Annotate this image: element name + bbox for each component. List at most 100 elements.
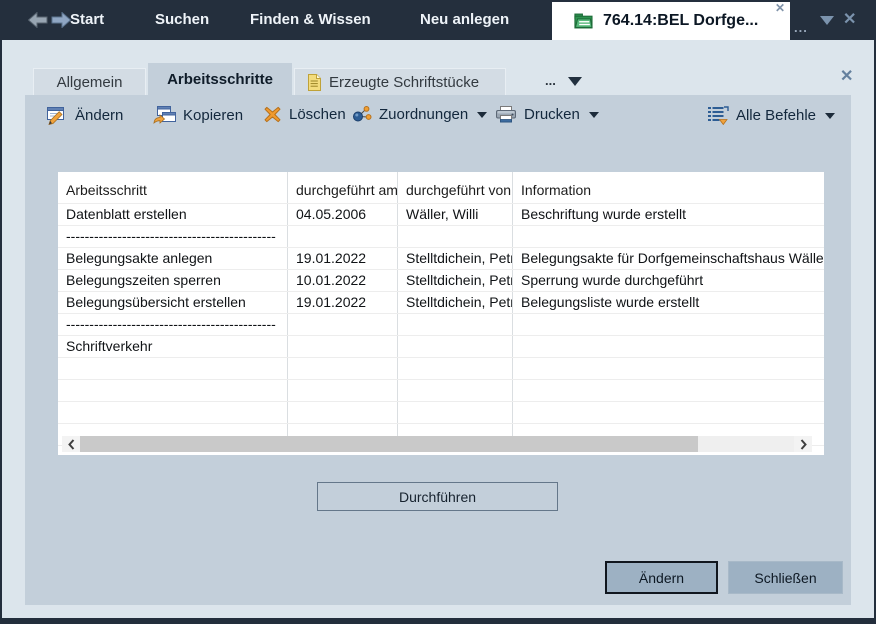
durchfuehren-button[interactable]: Durchführen	[317, 482, 558, 511]
nav-back-icon[interactable]	[28, 12, 48, 28]
document-tab[interactable]: 764.14:BEL Dorfge... ✕	[552, 2, 790, 40]
top-menu-bar: Start Suchen Finden & Wissen Neu anlegen…	[0, 0, 876, 40]
pane-close-icon[interactable]: ✕	[840, 66, 853, 86]
cell-information	[513, 314, 824, 335]
toolbar-alle-befehle-button[interactable]: Alle Befehle	[707, 106, 835, 125]
column-header-arbeitsschritt[interactable]: Arbeitsschritt	[58, 172, 288, 203]
table-row[interactable]: Schriftverkehr	[58, 336, 824, 358]
dialog-content: Allgemein Arbeitsschritte Erzeugte Schri…	[2, 40, 874, 618]
document-tab-label: 764.14:BEL Dorfge...	[603, 12, 758, 30]
menu-suchen[interactable]: Suchen	[155, 11, 209, 28]
cell-durchgefuehrt-von	[398, 402, 513, 423]
cell-durchgefuehrt-von	[398, 226, 513, 247]
window-border-bottom	[0, 618, 876, 624]
scroll-right-button[interactable]	[794, 436, 812, 452]
cell-arbeitsschritt	[58, 402, 288, 423]
cell-durchgefuehrt-von	[398, 380, 513, 401]
column-header-durchgefuehrt-am[interactable]: durchgeführt am	[288, 172, 398, 203]
table-row[interactable]: Belegungsakte anlegen 19.01.2022 Stelltd…	[58, 248, 824, 270]
window-close-icon[interactable]: ✕	[843, 9, 856, 29]
table-row[interactable]: ----------------------------------------…	[58, 314, 824, 336]
toolbar-alle-befehle-label: Alle Befehle	[736, 107, 816, 124]
folder-icon	[574, 13, 594, 29]
arbeitsschritte-table: Arbeitsschritt durchgeführt am durchgefü…	[58, 172, 824, 455]
cell-arbeitsschritt: ----------------------------------------…	[58, 314, 288, 335]
command-list-icon	[707, 106, 729, 125]
table-row[interactable]: Datenblatt erstellen 04.05.2006 Wäller, …	[58, 204, 824, 226]
tab-erzeugte-schriftstuecke[interactable]: Erzeugte Schriftstücke	[294, 68, 506, 95]
cell-durchgefuehrt-von	[398, 314, 513, 335]
arbeitsschritte-panel: Ändern Kopieren Löschen	[25, 95, 851, 605]
cell-information	[513, 402, 824, 423]
tab-allgemein[interactable]: Allgemein	[33, 68, 146, 95]
toolbar-loeschen-button[interactable]: Löschen	[263, 106, 346, 123]
cell-durchgefuehrt-am	[288, 380, 398, 401]
toolbar-aendern-label: Ändern	[75, 107, 123, 124]
edit-document-icon	[47, 106, 68, 125]
cell-information	[513, 358, 824, 379]
cell-durchgefuehrt-von	[398, 358, 513, 379]
cell-durchgefuehrt-am	[288, 226, 398, 247]
toolbar-kopieren-label: Kopieren	[183, 107, 243, 124]
toolbar-loeschen-label: Löschen	[289, 106, 346, 123]
document-icon	[307, 74, 321, 91]
document-tab-close-icon[interactable]: ✕	[775, 1, 785, 15]
tabs-more-dots[interactable]: ...	[545, 73, 556, 88]
cell-arbeitsschritt	[58, 358, 288, 379]
table-row[interactable]	[58, 380, 824, 402]
toolbar-drucken-label: Drucken	[524, 106, 580, 123]
cell-durchgefuehrt-am: 04.05.2006	[288, 204, 398, 225]
menu-start[interactable]: Start	[70, 11, 104, 28]
toolbar-aendern-button[interactable]: Ändern	[47, 106, 123, 125]
cell-information: Beschriftung wurde erstellt	[513, 204, 824, 225]
table-row[interactable]	[58, 402, 824, 424]
toolbar-zuordnungen-button[interactable]: Zuordnungen	[352, 106, 487, 123]
tab-arbeitsschritte[interactable]: Arbeitsschritte	[148, 63, 292, 95]
chevron-left-icon	[68, 439, 75, 450]
aendern-button[interactable]: Ändern	[605, 561, 718, 594]
cell-information	[513, 336, 824, 357]
cell-durchgefuehrt-von: Stelltdichein, Petra	[398, 248, 513, 269]
cell-durchgefuehrt-am	[288, 402, 398, 423]
tabs-chevron-down-icon[interactable]	[568, 77, 582, 86]
table-row[interactable]: Belegungsübersicht erstellen 19.01.2022 …	[58, 292, 824, 314]
tab-arbeitsschritte-label: Arbeitsschritte	[167, 71, 273, 88]
cell-arbeitsschritt: Belegungszeiten sperren	[58, 270, 288, 291]
column-header-information[interactable]: Information	[513, 172, 824, 203]
cell-information	[513, 380, 824, 401]
tab-erzeugte-label: Erzeugte Schriftstücke	[329, 74, 479, 91]
table-row[interactable]	[58, 358, 824, 380]
printer-icon	[495, 106, 517, 123]
navigation-arrows	[28, 12, 71, 28]
schliessen-button[interactable]: Schließen	[728, 561, 843, 594]
cell-information	[513, 226, 824, 247]
cell-durchgefuehrt-von: Stelltdichein, Petra	[398, 292, 513, 313]
menu-finden-wissen[interactable]: Finden & Wissen	[250, 11, 371, 28]
toolbar-drucken-button[interactable]: Drucken	[495, 106, 599, 123]
tab-allgemein-label: Allgemein	[57, 74, 123, 91]
cell-information: Sperrung wurde durchgeführt	[513, 270, 824, 291]
cell-arbeitsschritt: Belegungsakte anlegen	[58, 248, 288, 269]
cell-information: Belegungsakte für Dorfgemeinschaftshaus …	[513, 248, 824, 269]
assignments-icon	[352, 106, 372, 123]
tab-overflow-dots[interactable]: ...	[794, 20, 808, 35]
tab-list-chevron-down-icon[interactable]	[820, 16, 834, 25]
cell-arbeitsschritt	[58, 380, 288, 401]
menu-neu-anlegen[interactable]: Neu anlegen	[420, 11, 509, 28]
cell-durchgefuehrt-am: 10.01.2022	[288, 270, 398, 291]
cell-durchgefuehrt-am	[288, 358, 398, 379]
cell-durchgefuehrt-von: Wäller, Willi	[398, 204, 513, 225]
scroll-left-button[interactable]	[62, 436, 80, 452]
table-header-row: Arbeitsschritt durchgeführt am durchgefü…	[58, 172, 824, 204]
horizontal-scrollbar[interactable]	[62, 436, 812, 452]
drucken-chevron-down-icon	[589, 112, 599, 118]
toolbar-kopieren-button[interactable]: Kopieren	[153, 106, 243, 124]
scrollbar-thumb[interactable]	[80, 436, 698, 452]
copy-icon	[153, 106, 176, 124]
table-row[interactable]: Belegungszeiten sperren 10.01.2022 Stell…	[58, 270, 824, 292]
nav-forward-icon[interactable]	[51, 12, 71, 28]
cell-information: Belegungsliste wurde erstellt	[513, 292, 824, 313]
cell-arbeitsschritt: Belegungsübersicht erstellen	[58, 292, 288, 313]
table-row[interactable]: ----------------------------------------…	[58, 226, 824, 248]
column-header-durchgefuehrt-von[interactable]: durchgeführt von	[398, 172, 513, 203]
